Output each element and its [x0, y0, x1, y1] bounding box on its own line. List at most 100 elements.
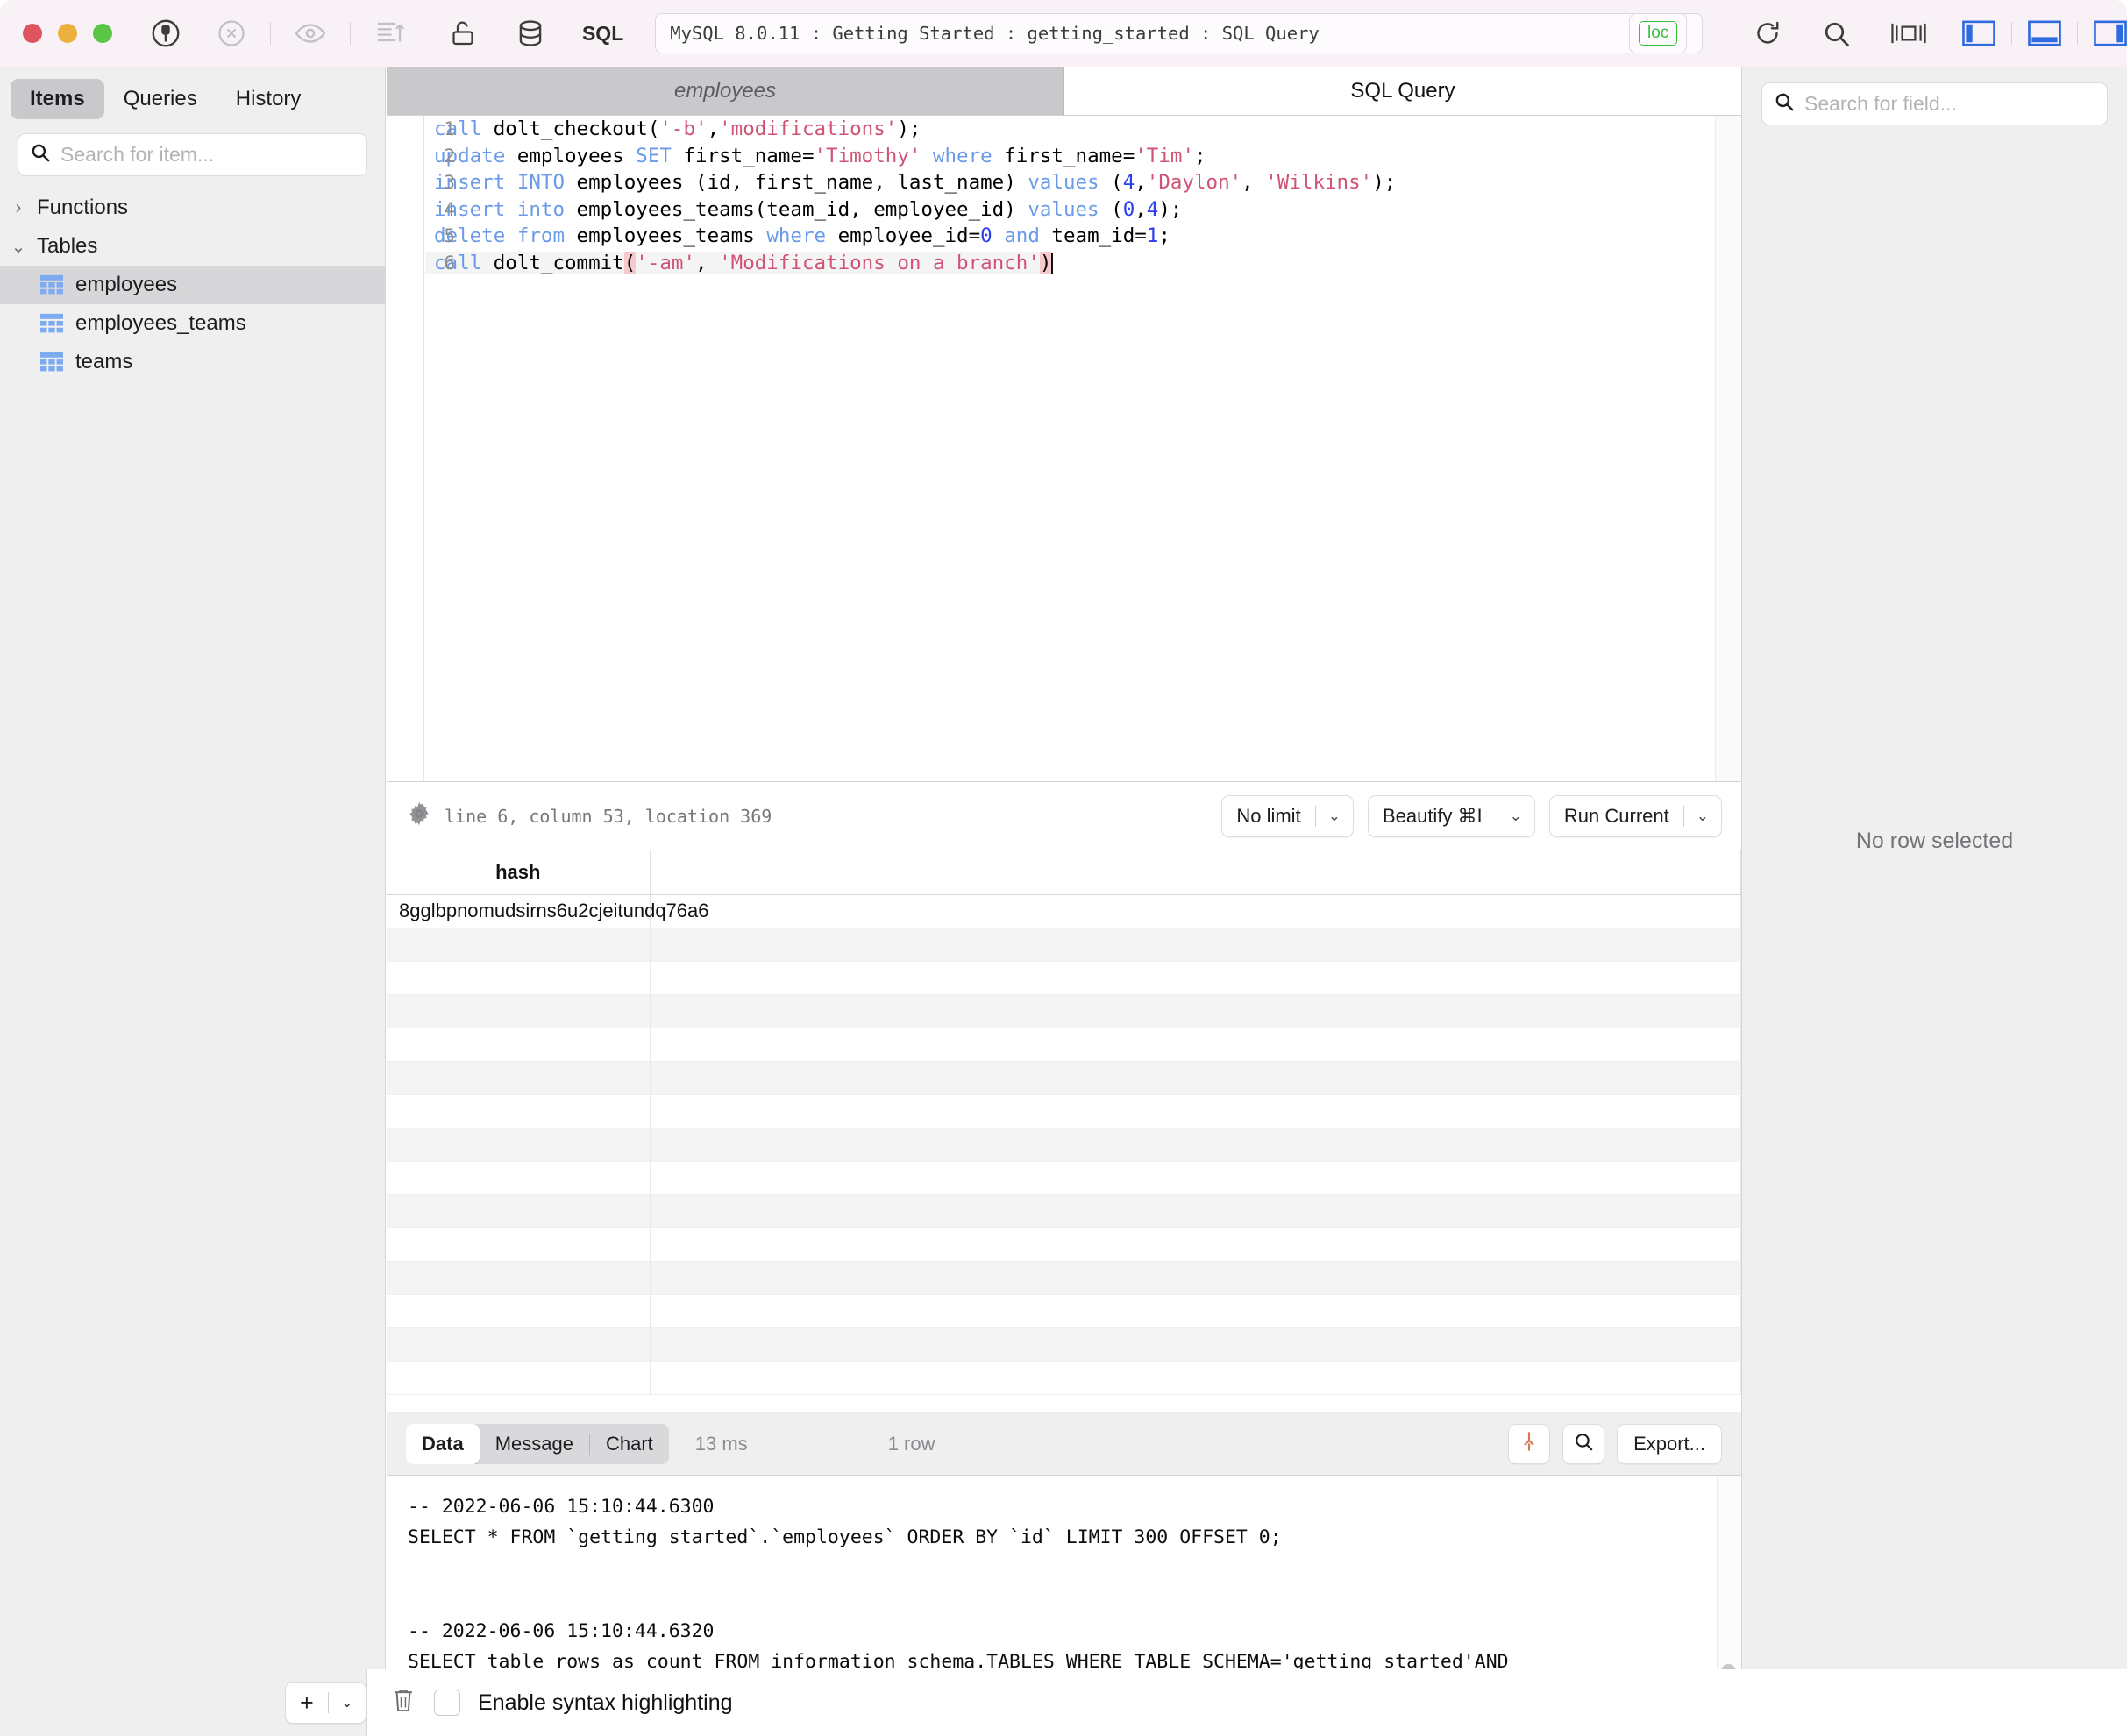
cell-empty[interactable]	[650, 994, 1741, 1028]
refresh-icon[interactable]	[1752, 18, 1783, 49]
left-sidebar-toggle-icon[interactable]	[1962, 20, 1995, 46]
cell-empty[interactable]	[387, 1161, 651, 1195]
sql-editor[interactable]: 1 call dolt_checkout('-b','modifications'…	[387, 116, 1741, 782]
table-row-empty[interactable]	[387, 1061, 1741, 1095]
table-row-empty[interactable]	[387, 994, 1741, 1028]
table-row-empty[interactable]	[387, 1194, 1741, 1228]
cell-empty[interactable]	[650, 1094, 1741, 1128]
bottom-panel-toggle-icon[interactable]	[2028, 20, 2061, 46]
cell-empty[interactable]	[650, 1161, 1741, 1195]
table-row-empty[interactable]	[387, 1327, 1741, 1362]
sort-ascending-icon[interactable]	[373, 17, 407, 50]
sidebar-search-box[interactable]	[18, 133, 367, 176]
editor-line[interactable]: 3 insert INTO employees (id, first_name, …	[425, 169, 1715, 196]
loc-badge-wrap[interactable]: loc	[1629, 13, 1688, 53]
cell-empty[interactable]	[387, 961, 651, 995]
cell-empty[interactable]	[387, 1128, 651, 1162]
tab-chart[interactable]: Chart	[590, 1424, 669, 1464]
column-header-hash[interactable]: hash	[387, 850, 651, 895]
line-content[interactable]: update employees SET first_name='Timothy…	[425, 145, 1206, 167]
sql-mode-label[interactable]: SQL	[582, 22, 623, 46]
add-item-split-button[interactable]: + ⌄	[285, 1682, 367, 1724]
table-row-empty[interactable]	[387, 1028, 1741, 1062]
lock-icon[interactable]	[447, 18, 479, 49]
trash-icon[interactable]	[390, 1687, 416, 1719]
tab-data[interactable]: Data	[406, 1423, 480, 1464]
field-search-box[interactable]	[1761, 82, 2108, 125]
cell-empty[interactable]	[650, 928, 1741, 962]
chevron-down-icon[interactable]: ⌄	[1684, 808, 1721, 825]
pin-button[interactable]	[1508, 1423, 1551, 1464]
limit-dropdown-button[interactable]: No limit ⌄	[1221, 794, 1354, 837]
cell-empty[interactable]	[650, 1227, 1741, 1262]
cell-empty[interactable]	[387, 1294, 651, 1328]
disconnect-icon[interactable]	[216, 18, 247, 49]
run-current-dropdown-button[interactable]: Run Current ⌄	[1548, 794, 1722, 837]
cell-empty[interactable]	[387, 1361, 651, 1395]
sidebar-item-employees[interactable]: employees	[0, 266, 385, 304]
sidebar-tab-history[interactable]: History	[217, 79, 321, 119]
sidebar-item-employees-teams[interactable]: employees_teams	[0, 304, 385, 343]
editor-line[interactable]: 5 delete from employees_teams where emplo…	[425, 223, 1715, 250]
beautify-dropdown-button[interactable]: Beautify ⌘I ⌄	[1367, 794, 1535, 837]
column-header-blank[interactable]	[650, 850, 1741, 895]
cell-empty[interactable]	[650, 1028, 1741, 1062]
cell-empty[interactable]	[387, 1028, 651, 1062]
database-icon[interactable]	[514, 17, 547, 50]
cell-empty[interactable]	[387, 1327, 651, 1362]
cell-empty[interactable]	[650, 1194, 1741, 1228]
cell-empty[interactable]	[387, 1061, 651, 1095]
cell-empty[interactable]	[650, 1294, 1741, 1328]
cell-empty[interactable]	[650, 1261, 1741, 1295]
line-content[interactable]: call dolt_commit('-am', 'Modifications o…	[425, 251, 1054, 274]
sidebar-group-tables[interactable]: ⌄ Tables	[0, 227, 385, 266]
sidebar-tab-queries[interactable]: Queries	[104, 79, 217, 119]
export-button[interactable]: Export...	[1617, 1423, 1722, 1464]
table-row-empty[interactable]	[387, 961, 1741, 995]
editor-vertical-scrollbar[interactable]	[1715, 116, 1741, 781]
table-row-empty[interactable]	[387, 1227, 1741, 1262]
table-row-empty[interactable]	[387, 928, 1741, 962]
field-search-input[interactable]	[1804, 92, 2096, 116]
cell-empty[interactable]	[387, 928, 651, 962]
cell-empty[interactable]	[387, 1227, 651, 1262]
cell-empty[interactable]	[650, 961, 1741, 995]
right-sidebar-toggle-icon[interactable]	[2094, 20, 2127, 46]
chevron-down-icon[interactable]: ⌄	[329, 1694, 366, 1711]
sidebar-search-input[interactable]	[60, 143, 356, 167]
table-row-empty[interactable]	[387, 1261, 1741, 1295]
cell-hash[interactable]: 8gglbpnomudsirns6u2cjeitundq76a6	[387, 894, 709, 928]
editor-line[interactable]: 1 call dolt_checkout('-b','modifications'…	[425, 116, 1715, 143]
find-in-results-button[interactable]	[1562, 1423, 1605, 1464]
sidebar-tab-items[interactable]: Items	[11, 79, 104, 119]
line-content[interactable]: delete from employees_teams where employ…	[425, 224, 1170, 247]
chevron-down-icon[interactable]: ⌄	[1497, 808, 1534, 825]
connect-plug-icon[interactable]	[149, 17, 182, 50]
table-row-empty[interactable]	[387, 1161, 1741, 1195]
maximize-window-button[interactable]	[93, 24, 112, 43]
editor-line[interactable]: 4 insert into employees_teams(team_id, em…	[425, 196, 1715, 224]
cell-empty[interactable]	[650, 1327, 1741, 1362]
cell-empty[interactable]	[387, 1261, 651, 1295]
table-row-empty[interactable]	[387, 1128, 1741, 1162]
minimize-window-button[interactable]	[58, 24, 77, 43]
line-content[interactable]: insert into employees_teams(team_id, emp…	[425, 198, 1182, 221]
editor-code-area[interactable]: 1 call dolt_checkout('-b','modifications'…	[425, 116, 1715, 781]
sidebar-group-functions[interactable]: › Functions	[0, 189, 385, 227]
table-row-empty[interactable]	[387, 1361, 1741, 1395]
editor-line[interactable]: 2 update employees SET first_name='Timoth…	[425, 143, 1715, 170]
tab-message[interactable]: Message	[480, 1424, 589, 1464]
plus-icon[interactable]: +	[286, 1690, 328, 1715]
line-content[interactable]: call dolt_checkout('-b','modifications')…	[425, 117, 921, 140]
search-icon[interactable]	[1820, 18, 1852, 49]
close-window-button[interactable]	[23, 24, 42, 43]
gear-icon[interactable]	[406, 800, 432, 831]
cell-empty[interactable]	[387, 1194, 651, 1228]
cell-empty[interactable]	[650, 1361, 1741, 1395]
enable-syntax-highlighting-checkbox[interactable]	[434, 1690, 461, 1716]
center-panel-toggle-icon[interactable]	[1890, 18, 1927, 48]
cell-empty[interactable]	[387, 1094, 651, 1128]
tab-sql-query[interactable]: SQL Query	[1064, 67, 1741, 116]
line-content[interactable]: insert INTO employees (id, first_name, l…	[425, 171, 1396, 194]
cell-empty[interactable]	[650, 1061, 1741, 1095]
